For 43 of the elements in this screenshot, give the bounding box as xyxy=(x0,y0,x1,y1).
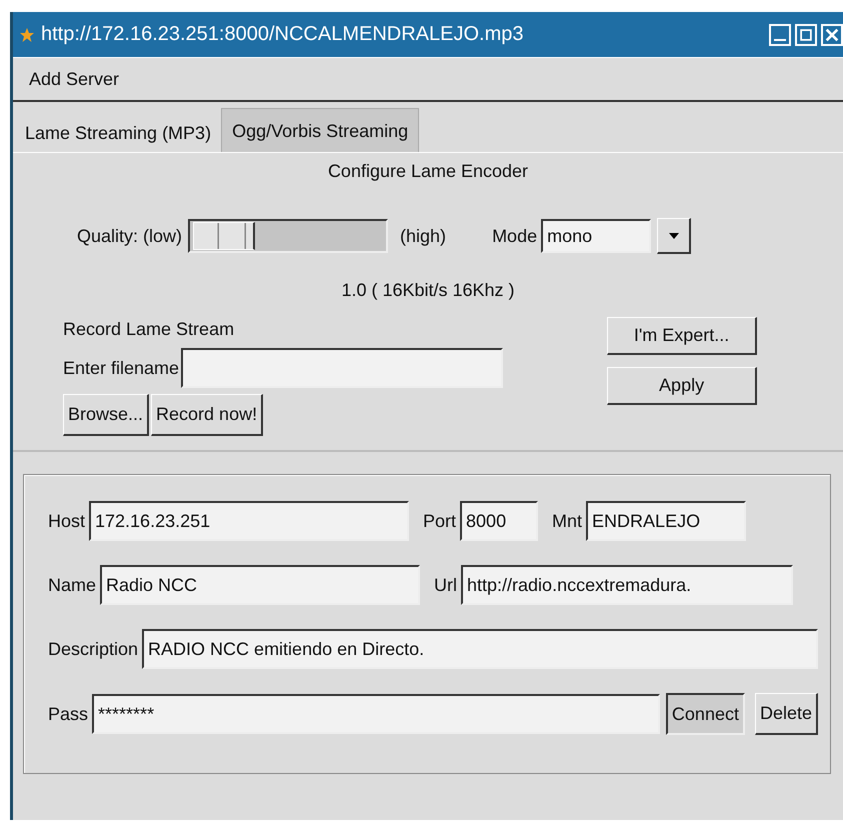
maximize-icon xyxy=(798,26,814,42)
mode-label: Mode xyxy=(492,226,538,246)
input-field[interactable]: RADIO NCC emitiendo en Directo. xyxy=(142,629,818,669)
minimize-icon xyxy=(774,38,786,40)
mode-dropdown[interactable]: mono xyxy=(541,219,652,253)
input-field[interactable]: http://radio.nccextremadura. xyxy=(461,565,794,605)
high-label: (high) xyxy=(400,226,446,246)
maximize-button[interactable] xyxy=(795,24,817,46)
input-field[interactable]: ENDRALEJO xyxy=(586,501,746,541)
quality-reading: 1.0 ( 16Kbit/s 16Khz ) xyxy=(340,280,516,301)
field-label: Host xyxy=(48,510,86,532)
dropdown-button[interactable] xyxy=(657,218,692,254)
field-label: Name xyxy=(48,574,96,596)
input-field[interactable]: 172.16.23.251 xyxy=(89,501,410,541)
window-title: http://172.16.23.251:8000/NCCALMENDRALEJO.mp3 xyxy=(41,23,524,46)
field-label: Mnt xyxy=(552,510,582,532)
button[interactable]: Connect xyxy=(666,693,745,735)
menu-item[interactable]: Add Server xyxy=(29,66,120,92)
filename-field[interactable] xyxy=(181,348,504,388)
quality-label: Quality: (low) xyxy=(77,226,182,246)
input-field[interactable]: ******** xyxy=(92,694,660,734)
tab[interactable]: Ogg/Vorbis Streaming xyxy=(221,108,420,152)
close-icon xyxy=(824,26,840,42)
field-label: Port xyxy=(423,510,456,532)
field-label: Url xyxy=(434,574,458,596)
button[interactable]: Apply xyxy=(607,367,758,405)
caret-icon xyxy=(668,232,680,240)
section-heading: Configure Lame Encoder xyxy=(326,161,530,182)
close-button[interactable] xyxy=(821,24,843,46)
field-label: Description xyxy=(48,638,138,660)
quality-slider[interactable] xyxy=(188,219,388,253)
input-field[interactable]: Radio NCC xyxy=(100,565,420,605)
filename-label: Enter filename xyxy=(63,358,180,378)
field-label: Pass xyxy=(48,704,88,724)
input-field[interactable]: 8000 xyxy=(460,501,538,541)
button[interactable]: Delete xyxy=(754,693,818,735)
button[interactable]: Browse... xyxy=(63,394,150,436)
button[interactable]: I'm Expert... xyxy=(607,317,758,355)
button[interactable]: Record now! xyxy=(151,394,264,436)
minimize-button[interactable] xyxy=(769,24,791,46)
slider-thumb[interactable] xyxy=(192,222,256,250)
star-icon xyxy=(19,26,35,42)
record-heading: Record Lame Stream xyxy=(63,319,236,340)
